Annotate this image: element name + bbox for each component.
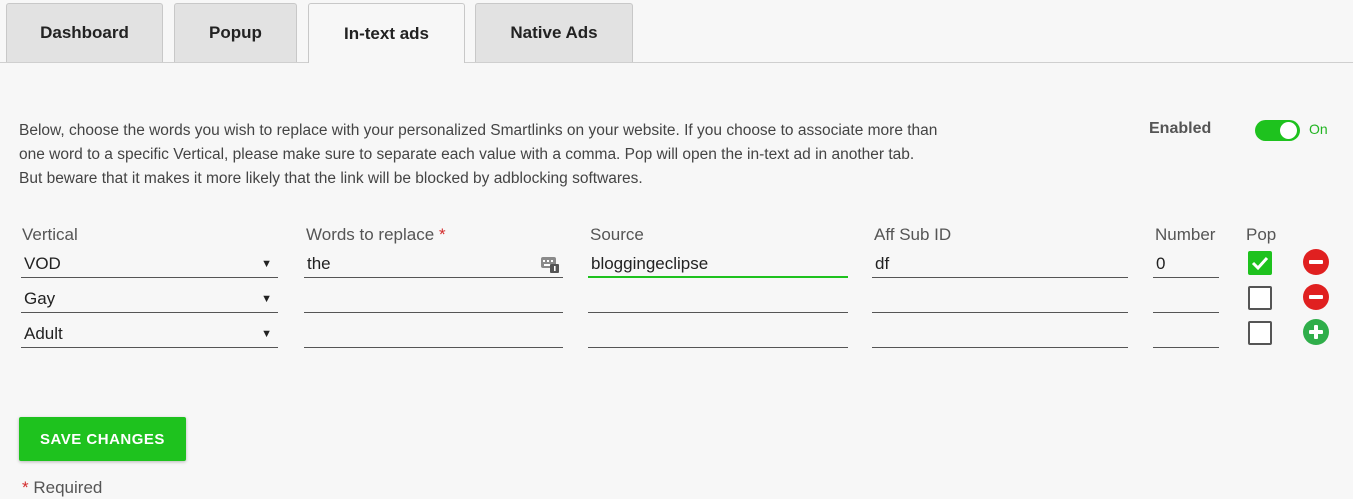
- pop-checkbox[interactable]: [1248, 321, 1272, 345]
- vertical-select[interactable]: Adult ▼: [21, 320, 278, 348]
- vertical-select[interactable]: Gay ▼: [21, 285, 278, 313]
- vertical-value: VOD: [24, 254, 61, 273]
- pop-checkbox[interactable]: [1248, 286, 1272, 310]
- toggle-knob: [1280, 122, 1297, 139]
- source-input[interactable]: bloggingeclipse: [588, 250, 848, 278]
- source-value: bloggingeclipse: [591, 254, 709, 273]
- aff-sub-id-input[interactable]: df: [872, 250, 1128, 278]
- add-row-button[interactable]: [1303, 319, 1329, 345]
- source-input[interactable]: [588, 285, 848, 313]
- vertical-select[interactable]: VOD ▼: [21, 250, 278, 278]
- aff-sub-id-value: df: [875, 254, 890, 273]
- caret-down-icon: ▼: [261, 293, 272, 305]
- tab-dashboard[interactable]: Dashboard: [6, 3, 163, 62]
- save-changes-button[interactable]: SAVE CHANGES: [19, 417, 186, 461]
- pop-checkbox[interactable]: [1248, 251, 1272, 275]
- remove-row-button[interactable]: [1303, 249, 1329, 275]
- number-input[interactable]: 0: [1153, 250, 1219, 278]
- minus-circle-icon: [1309, 260, 1323, 264]
- tab-bar: Dashboard Popup In-text ads Native Ads: [0, 0, 1353, 63]
- number-value: 0: [1156, 254, 1166, 273]
- words-input[interactable]: the: [304, 250, 563, 278]
- toggle-state-text: On: [1309, 121, 1328, 137]
- words-input[interactable]: [304, 320, 563, 348]
- required-mark: *: [22, 478, 29, 497]
- number-input[interactable]: [1153, 320, 1219, 348]
- plus-circle-icon-vertical: [1314, 325, 1318, 339]
- vertical-value: Gay: [24, 289, 56, 308]
- caret-down-icon: ▼: [261, 258, 272, 270]
- required-note: * Required: [22, 478, 102, 498]
- words-value: the: [307, 254, 331, 273]
- number-input[interactable]: [1153, 285, 1219, 313]
- header-number: Number: [1155, 225, 1216, 244]
- tab-divider: [0, 62, 1353, 63]
- aff-sub-id-input[interactable]: [872, 285, 1128, 313]
- header-words-to-replace: Words to replace *: [306, 225, 446, 245]
- description-text: Below, choose the words you wish to repl…: [19, 122, 938, 187]
- header-pop: Pop: [1246, 225, 1277, 244]
- minus-circle-icon: [1309, 295, 1323, 299]
- header-vertical: Vertical: [22, 225, 78, 244]
- enabled-label: Enabled: [1149, 120, 1212, 137]
- tab-native-ads[interactable]: Native Ads: [475, 3, 633, 62]
- header-source: Source: [590, 225, 644, 244]
- keyboard-icon[interactable]: [541, 255, 559, 273]
- header-aff-sub-id: Aff Sub ID: [874, 225, 952, 244]
- aff-sub-id-input[interactable]: [872, 320, 1128, 348]
- remove-row-button[interactable]: [1303, 284, 1329, 310]
- words-input[interactable]: [304, 285, 563, 313]
- required-mark: *: [438, 225, 446, 244]
- tab-in-text-ads[interactable]: In-text ads: [308, 3, 465, 63]
- header-words-label: Words to replace: [306, 225, 435, 244]
- vertical-value: Adult: [24, 324, 63, 343]
- tab-popup[interactable]: Popup: [174, 3, 297, 62]
- required-note-text: Required: [33, 478, 103, 497]
- caret-down-icon: ▼: [261, 328, 272, 340]
- enabled-toggle[interactable]: [1255, 120, 1300, 141]
- check-icon: [1251, 256, 1269, 271]
- source-input[interactable]: [588, 320, 848, 348]
